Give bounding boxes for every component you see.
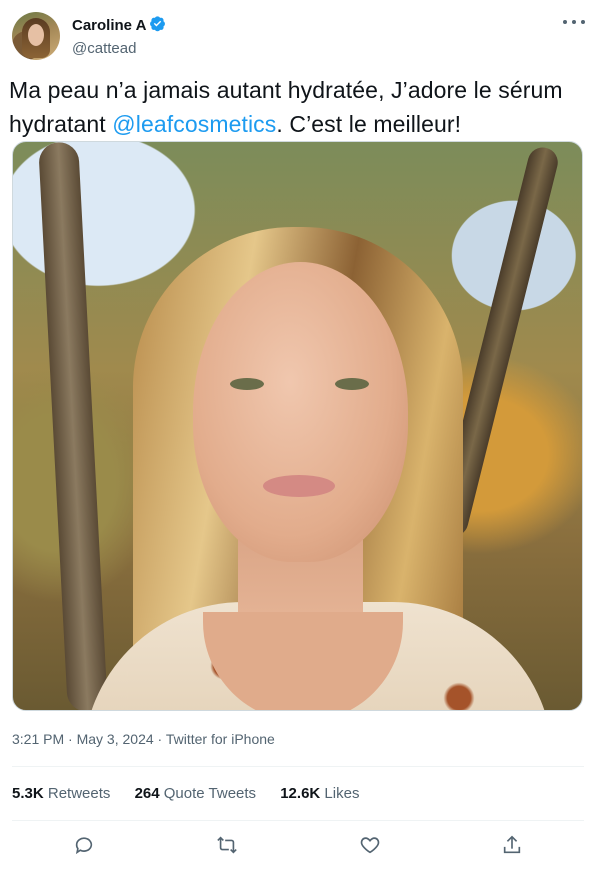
person-eye <box>335 378 369 390</box>
user-handle[interactable]: @cattead <box>72 40 136 57</box>
person-face <box>193 262 408 562</box>
stat-label: Likes <box>324 785 360 802</box>
tweet-date[interactable]: May 3, 2024 <box>77 731 154 747</box>
mention-link[interactable]: @leafcosmetics <box>112 111 276 137</box>
stat-count: 12.6K <box>280 785 321 802</box>
tweet-photo[interactable] <box>12 141 583 711</box>
meta-separator: · <box>64 731 77 747</box>
stat-quote-tweets[interactable]: 264 Quote Tweets <box>135 785 256 802</box>
stat-likes[interactable]: 12.6K Likes <box>280 785 359 802</box>
tweet-stats: 5.3K Retweets 264 Quote Tweets 12.6K Lik… <box>12 785 379 802</box>
share-icon[interactable] <box>500 833 524 857</box>
stat-label: Quote Tweets <box>163 785 257 802</box>
more-dot <box>581 20 585 24</box>
avatar[interactable] <box>12 12 60 60</box>
more-options-icon[interactable] <box>563 12 585 32</box>
tweet-text-after: . C’est le meilleur! <box>276 111 462 137</box>
display-name[interactable]: Caroline A <box>72 17 146 34</box>
tweet-meta: 3:21 PM · May 3, 2024 · Twitter for iPho… <box>12 731 275 747</box>
stat-count: 5.3K <box>12 785 44 802</box>
verified-badge-icon <box>150 16 165 32</box>
tweet-time[interactable]: 3:21 PM <box>12 731 64 747</box>
person-eye <box>230 378 264 390</box>
person-lips <box>263 475 335 497</box>
more-dot <box>563 20 567 24</box>
stat-count: 264 <box>134 785 160 802</box>
stat-retweets[interactable]: 5.3K Retweets <box>12 785 110 802</box>
tweet-text: Ma peau n’a jamais autant hydratée, J’ad… <box>9 73 584 141</box>
divider <box>12 766 584 767</box>
like-icon[interactable] <box>358 833 382 857</box>
avatar-face <box>28 24 44 46</box>
retweet-icon[interactable] <box>215 833 239 857</box>
meta-separator: · <box>153 731 166 747</box>
more-dot <box>572 20 576 24</box>
divider <box>12 820 584 821</box>
tweet-source[interactable]: Twitter for iPhone <box>166 731 275 747</box>
stat-label: Retweets <box>47 785 111 802</box>
reply-icon[interactable] <box>72 833 96 857</box>
action-bar <box>0 825 596 865</box>
tree-trunk <box>38 142 108 710</box>
